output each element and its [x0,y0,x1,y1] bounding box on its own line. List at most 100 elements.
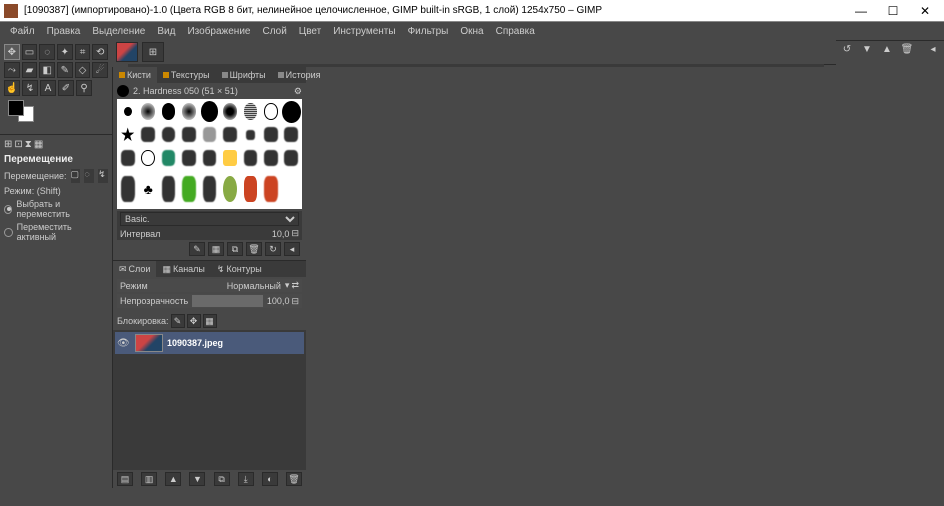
new-brush-icon[interactable]: ▦ [208,242,224,256]
duplicate-brush-icon[interactable]: ⧉ [227,242,243,256]
pencil-tool-icon[interactable]: ✎ [57,62,73,78]
tool-options-tab-icon[interactable]: ⊞ [4,139,12,150]
patterns-tab[interactable]: Текстуры [157,67,216,83]
save-tool-icon[interactable]: ▼ [860,43,874,57]
brush-preset[interactable] [241,124,260,145]
layer-item[interactable]: 👁 1090387.jpeg [115,332,304,354]
brush-preset[interactable] [200,100,219,123]
paths-tab[interactable]: ↯ Контуры [211,261,268,277]
brush-preset[interactable] [241,100,260,123]
warp-tool-icon[interactable]: ⤳ [4,62,20,78]
menu-filters[interactable]: Фильтры [402,24,455,39]
picker-tool-icon[interactable]: ✐ [58,80,74,96]
spacing-value[interactable]: 10,0 [272,229,290,239]
pick-layer-radio[interactable] [4,205,12,214]
lower-layer-icon[interactable]: ▼ [189,472,205,486]
clone-tool-icon[interactable]: ☄ [92,62,108,78]
horizontal-scrollbar[interactable] [128,64,824,67]
new-layer-icon[interactable]: ▤ [117,472,133,486]
brush-preset[interactable] [159,124,178,145]
brush-preset[interactable] [118,147,137,170]
document-tab-1[interactable] [116,42,138,62]
brush-preset[interactable] [241,147,260,170]
menu-windows[interactable]: Окна [454,24,489,39]
brush-preset[interactable] [220,124,239,145]
gradient-tool-icon[interactable]: ◧ [39,62,55,78]
blend-mode-value[interactable]: Нормальный [227,281,281,291]
menu-help[interactable]: Справка [490,24,541,39]
brush-preset[interactable] [282,171,301,208]
lock-alpha-icon[interactable]: ▦ [203,314,217,328]
move-selection-icon[interactable]: ◌ [84,169,94,183]
foreground-color[interactable] [8,100,24,116]
delete-brush-icon[interactable]: 🗑 [246,242,262,256]
raise-layer-icon[interactable]: ▲ [165,472,181,486]
bucket-tool-icon[interactable]: ▰ [22,62,38,78]
load-tool-icon[interactable]: ▲ [880,43,894,57]
brush-preset[interactable] [118,100,137,123]
brush-preset[interactable] [179,171,198,208]
layer-thumbnail[interactable] [135,334,163,352]
menu-tools[interactable]: Инструменты [327,24,401,39]
brush-preset[interactable] [261,100,280,123]
lock-position-icon[interactable]: ✥ [187,314,201,328]
close-button[interactable]: ✕ [910,2,940,20]
merge-layer-icon[interactable]: ⤓ [238,472,254,486]
fonts-tab[interactable]: Шрифты [216,67,272,83]
brush-preset[interactable] [159,147,178,170]
undo-history-tab-icon[interactable]: ⧗ [25,139,32,150]
brush-preset[interactable] [261,124,280,145]
menu-file[interactable]: Файл [4,24,41,39]
brush-preset[interactable] [200,124,219,145]
fg-bg-colors[interactable] [4,100,108,124]
maximize-button[interactable]: ☐ [878,2,908,20]
delete-layer-icon[interactable]: 🗑 [286,472,302,486]
menu-layer[interactable]: Слой [256,24,292,39]
new-view-icon[interactable]: ⊞ [142,42,164,62]
brush-preset[interactable] [118,171,137,208]
visibility-icon[interactable]: 👁 [117,338,131,349]
brush-preset[interactable] [220,100,239,123]
rect-select-tool-icon[interactable]: ▭ [22,44,38,60]
menu-view[interactable]: Вид [151,24,181,39]
images-tab-icon[interactable]: ▦ [34,139,43,150]
fuzzy-select-tool-icon[interactable]: ✦ [57,44,73,60]
move-tool-icon[interactable]: ✥ [4,44,20,60]
menu-select[interactable]: Выделение [86,24,151,39]
brush-preset[interactable] [241,171,260,208]
brush-preset[interactable] [220,171,239,208]
menu-image[interactable]: Изображение [181,24,256,39]
smudge-tool-icon[interactable]: ☝ [4,80,20,96]
transform-tool-icon[interactable]: ⟲ [92,44,108,60]
eraser-tool-icon[interactable]: ◇ [75,62,91,78]
brush-preset[interactable] [282,147,301,170]
minimize-button[interactable]: — [846,2,876,20]
history-tab[interactable]: История [272,67,327,83]
move-path-icon[interactable]: ↯ [98,169,108,183]
mode-switch-icon[interactable]: ⇄ [291,280,299,291]
lock-pixels-icon[interactable]: ✎ [171,314,185,328]
brush-preset[interactable] [282,100,301,123]
brush-preset[interactable] [138,147,157,170]
brush-menu-icon[interactable]: ◂ [284,242,300,256]
brush-preset[interactable] [200,147,219,170]
refresh-brush-icon[interactable]: ↻ [265,242,281,256]
brush-preset[interactable]: ♣ [138,171,157,208]
duplicate-layer-icon[interactable]: ⧉ [214,472,230,486]
menu-colors[interactable]: Цвет [293,24,327,39]
path-tool-icon[interactable]: ↯ [22,80,38,96]
brushes-tab[interactable]: Кисти [113,67,157,83]
move-layer-icon[interactable]: ▢ [71,169,81,183]
crop-tool-icon[interactable]: ⌗ [75,44,91,60]
opacity-slider[interactable] [192,295,263,307]
opacity-value[interactable]: 100,0 [267,296,290,306]
edit-brush-icon[interactable]: ✎ [189,242,205,256]
reset-tool-icon[interactable]: ↺ [840,43,854,57]
spacing-stepper-icon[interactable]: ⊟ [291,228,299,239]
free-select-tool-icon[interactable]: ◌ [39,44,55,60]
mask-layer-icon[interactable]: ◐ [262,472,278,486]
menu-edit[interactable]: Правка [41,24,87,39]
brush-preset[interactable] [179,147,198,170]
device-status-tab-icon[interactable]: ⊡ [14,139,22,150]
brush-preset[interactable] [138,124,157,145]
